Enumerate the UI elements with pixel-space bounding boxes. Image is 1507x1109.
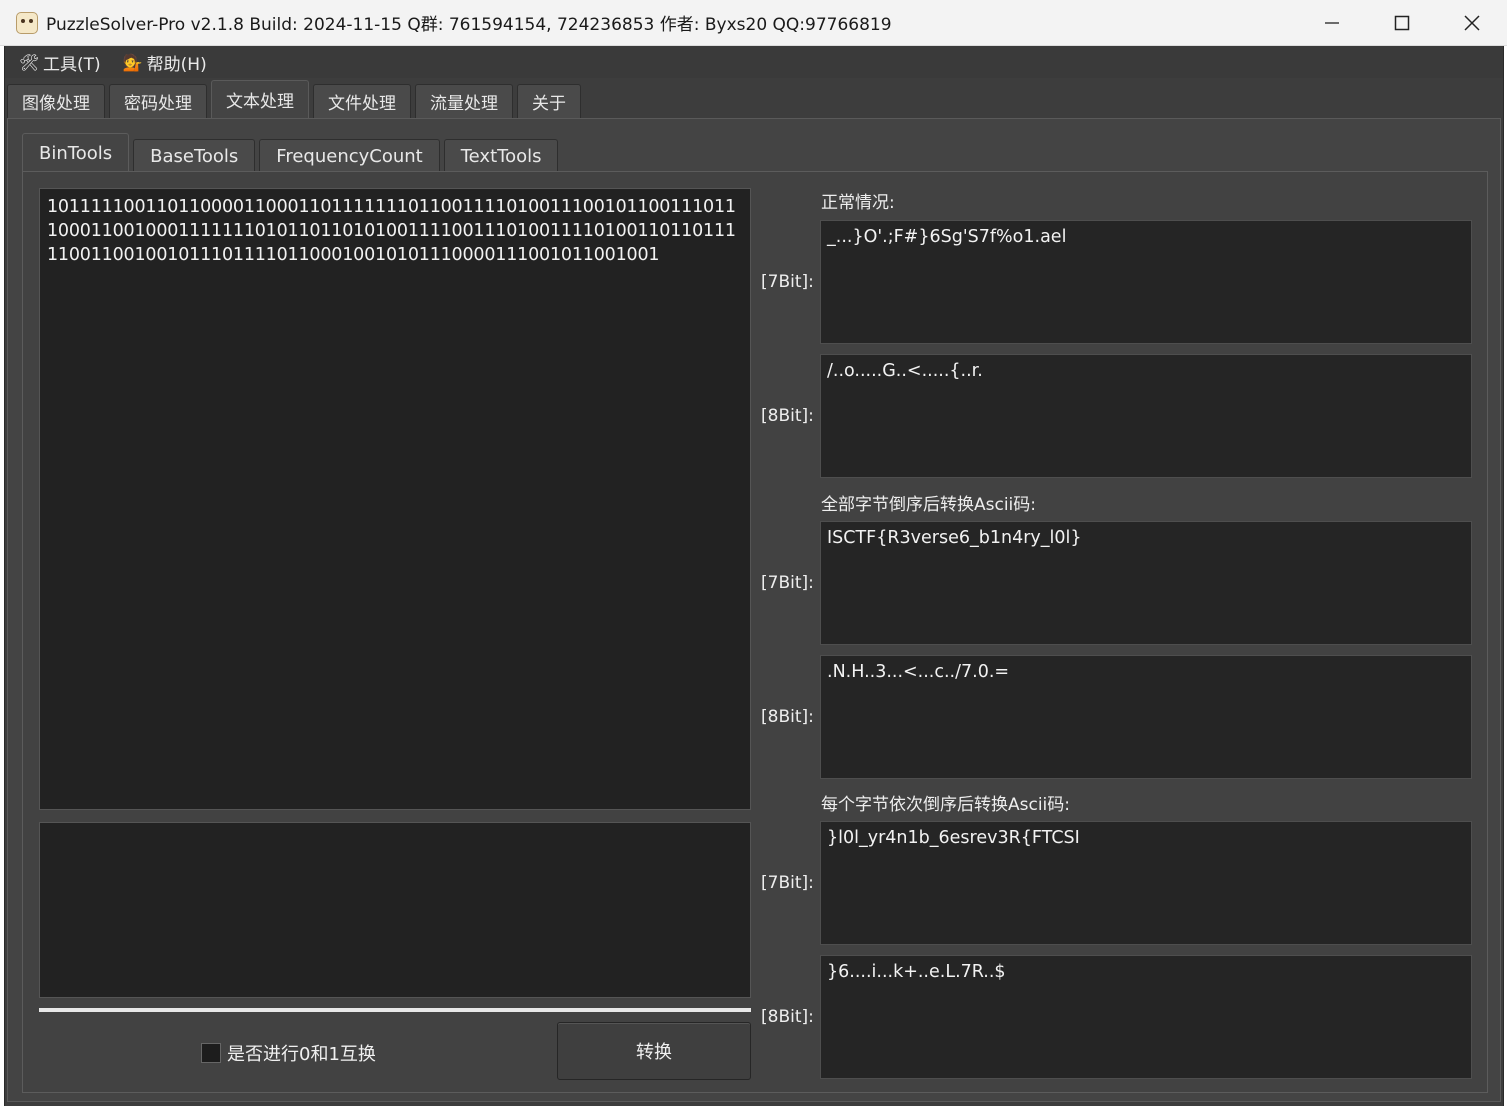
swap-checkbox-label: 是否进行0和1互换 [227, 1044, 376, 1065]
tab-crypto[interactable]: 密码处理 [109, 84, 207, 118]
tab-about[interactable]: 关于 [517, 84, 581, 118]
all-reversed-7bit-label: [7Bit]: [761, 573, 814, 593]
minimize-button[interactable] [1297, 0, 1367, 46]
tab-texttools[interactable]: TextTools [443, 139, 559, 173]
swap-checkbox[interactable]: 是否进行0和1互换 [201, 1040, 376, 1066]
window-title: PuzzleSolver-Pro v2.1.8 Build: 2024-11-1… [46, 15, 892, 35]
title-bar: PuzzleSolver-Pro v2.1.8 Build: 2024-11-1… [0, 0, 1507, 46]
normal-8bit-label: [8Bit]: [761, 406, 814, 426]
all-reversed-7bit-output[interactable]: ISCTF{R3verse6_b1n4ry_l0l} [820, 521, 1472, 645]
maximize-icon [1394, 15, 1410, 30]
person-help-icon: 💁 [122, 52, 143, 72]
each-reversed-7bit-output[interactable]: }l0l_yr4n1b_6esrev3R{FTCSI [820, 821, 1472, 945]
window-controls [1297, 0, 1507, 46]
all-reversed-section-label: 全部字节倒序后转换Ascii码: [821, 495, 1037, 515]
close-button[interactable] [1437, 0, 1507, 46]
app-icon [16, 11, 38, 34]
menu-tools-label: 工具(T) [43, 54, 101, 75]
each-reversed-section-label: 每个字节依次倒序后转换Ascii码: [821, 795, 1071, 815]
output-textarea[interactable] [39, 822, 751, 998]
close-icon [1464, 14, 1480, 31]
tab-frequencycount[interactable]: FrequencyCount [259, 139, 440, 173]
bintools-panel: 1011111001101100001100011011111110110011… [22, 171, 1488, 1093]
menu-help-label: 帮助(H) [146, 54, 207, 75]
all-reversed-8bit-label: [8Bit]: [761, 707, 814, 727]
tab-basetools[interactable]: BaseTools [133, 139, 256, 173]
sub-tabs: BinTools BaseTools FrequencyCount TextTo… [22, 133, 559, 173]
normal-section-label: 正常情况: [821, 193, 895, 213]
main-tabs: 图像处理 密码处理 文本处理 文件处理 流量处理 关于 [7, 80, 581, 118]
tab-file[interactable]: 文件处理 [313, 84, 411, 118]
convert-button[interactable]: 转换 [557, 1022, 751, 1080]
minimize-icon [1325, 21, 1339, 24]
binary-input[interactable]: 1011111001101100001100011011111110110011… [39, 188, 751, 810]
normal-7bit-label: [7Bit]: [761, 272, 814, 292]
each-reversed-8bit-output[interactable]: }6....i...k+..e.L.7R..$ [820, 955, 1472, 1079]
tab-bintools[interactable]: BinTools [22, 133, 130, 173]
progress-bar [39, 1008, 751, 1012]
checkbox-box[interactable] [201, 1043, 221, 1063]
menu-help[interactable]: 💁 帮助(H) [123, 50, 207, 75]
tools-icon: 🛠 [19, 52, 40, 72]
tab-image[interactable]: 图像处理 [7, 84, 105, 118]
all-reversed-8bit-output[interactable]: .N.H..3...<...c../7.0.= [820, 655, 1472, 779]
each-reversed-7bit-label: [7Bit]: [761, 873, 814, 893]
normal-8bit-output[interactable]: /..o.....G..<.....{..r. [820, 354, 1472, 478]
maximize-button[interactable] [1367, 0, 1437, 46]
tab-text[interactable]: 文本处理 [211, 80, 309, 118]
app-body: 🛠 工具(T) 💁 帮助(H) 图像处理 密码处理 文本处理 文件处理 流量处理… [4, 46, 1504, 1106]
normal-7bit-output[interactable]: _...}O'.;F#}6Sg'S7f%o1.ael [820, 220, 1472, 344]
tab-traffic[interactable]: 流量处理 [415, 84, 513, 118]
text-processing-panel: BinTools BaseTools FrequencyCount TextTo… [7, 118, 1501, 1102]
menu-tools[interactable]: 🛠 工具(T) [19, 50, 101, 75]
each-reversed-8bit-label: [8Bit]: [761, 1007, 814, 1027]
menu-bar: 🛠 工具(T) 💁 帮助(H) [5, 46, 1503, 78]
